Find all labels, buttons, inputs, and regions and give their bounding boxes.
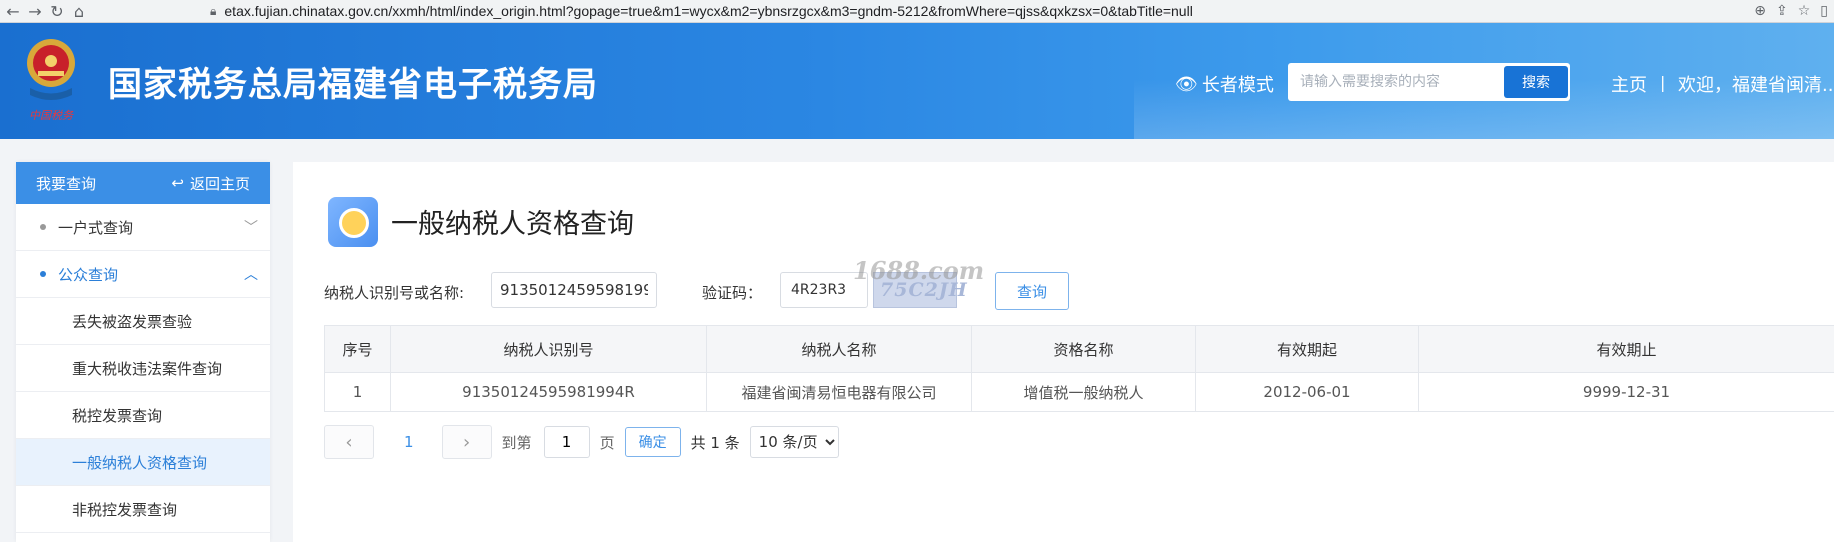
sidebar-item-lost-invoice-check[interactable]: 丢失被盗发票查验 <box>16 298 270 345</box>
page-suffix-label: 页 <box>599 433 615 452</box>
table-header-row: 序号 纳税人识别号 纳税人名称 资格名称 有效期起 有效期止 <box>324 325 1834 373</box>
eye-icon: 👁︎ <box>1175 73 1198 95</box>
header-search: 搜索 <box>1288 63 1570 101</box>
watermark-text: 1688.com <box>853 256 985 285</box>
query-button[interactable]: 查询 <box>995 272 1069 310</box>
sidebar-item-non-tax-control-invoice[interactable]: 非税控发票查询 <box>16 486 270 533</box>
page-title: 一般纳税人资格查询 <box>391 209 634 240</box>
main-panel: 一般纳税人资格查询 纳税人识别号或名称: 验证码： 75C2JH 1688.co… <box>293 162 1834 542</box>
sidebar-group-public-query[interactable]: 公众查询 ︿ <box>16 251 270 298</box>
sidebar-item-major-tax-violation[interactable]: 重大税收违法案件查询 <box>16 345 270 392</box>
sidebar-title: 我要查询 <box>36 174 97 193</box>
bookmark-star-icon[interactable]: ☆ <box>1798 3 1811 19</box>
zoom-icon[interactable]: ⊕ <box>1754 3 1766 19</box>
back-home-link[interactable]: ↩ 返回主页 <box>171 173 250 194</box>
return-arrow-icon: ↩ <box>171 174 184 192</box>
bullet-icon <box>40 271 46 277</box>
column-header-taxpayer-id: 纳税人识别号 <box>390 325 707 373</box>
back-home-label: 返回主页 <box>189 174 250 193</box>
elder-mode-toggle[interactable]: 👁︎ 长者模式 <box>1175 71 1274 97</box>
column-header-taxpayer-name: 纳税人名称 <box>706 325 972 373</box>
sidebar-group-label: 一户式查询 <box>58 218 134 237</box>
cell-valid-to: 9999-12-31 <box>1418 372 1834 412</box>
column-header-qualification: 资格名称 <box>971 325 1196 373</box>
sidebar: 我要查询 ↩ 返回主页 一户式查询 ﹀ 公众查询 ︿ 丢失被盗发票查验 重大税收… <box>16 162 270 542</box>
sidebar-group-household-query[interactable]: 一户式查询 ﹀ <box>16 204 270 251</box>
svg-text:中国税务: 中国税务 <box>29 109 74 122</box>
page-number-current[interactable]: 1 <box>404 433 414 451</box>
forward-arrow-icon[interactable]: → <box>24 0 46 22</box>
site-header: 中国税务 国家税务总局福建省电子税务局 👁︎ 长者模式 搜索 主页 | 欢迎，福… <box>0 23 1834 139</box>
query-chat-icon <box>328 197 378 247</box>
taxpayer-id-input[interactable] <box>491 272 657 308</box>
total-count: 共 1 条 <box>690 433 740 452</box>
cell-qualification: 增值税一般纳税人 <box>971 372 1196 412</box>
goto-page-input[interactable] <box>543 426 590 458</box>
table-row: 1 91350124595981994R 福建省闽清易恒电器有限公司 增值税一般… <box>324 372 1834 412</box>
column-header-index: 序号 <box>324 325 391 373</box>
lock-icon[interactable]: 🔒︎ <box>210 4 216 19</box>
column-header-valid-from: 有效期起 <box>1195 325 1419 373</box>
browser-toolbar: ← → ↻ ⌂ 🔒︎ etax.fujian.chinatax.gov.cn/x… <box>0 0 1834 23</box>
cell-index: 1 <box>324 372 391 412</box>
sidebar-header: 我要查询 ↩ 返回主页 <box>16 162 270 204</box>
sidepanel-icon[interactable]: ▯ <box>1820 3 1828 19</box>
sidebar-group-label: 公众查询 <box>58 265 119 284</box>
elder-mode-label: 长者模式 <box>1201 75 1274 96</box>
column-header-valid-to: 有效期止 <box>1418 325 1834 373</box>
search-input[interactable] <box>1288 63 1500 101</box>
chevron-down-icon: ﹀ <box>244 220 258 236</box>
address-bar[interactable]: etax.fujian.chinatax.gov.cn/xxmh/html/in… <box>224 3 1724 19</box>
sidebar-item-tax-control-invoice[interactable]: 税控发票查询 <box>16 392 270 439</box>
next-page-button[interactable]: › <box>441 425 492 459</box>
site-title: 国家税务总局福建省电子税务局 <box>108 65 598 105</box>
chevron-left-icon: ‹ <box>345 431 353 453</box>
captcha-label: 验证码： <box>702 284 763 302</box>
bullet-icon <box>40 224 46 230</box>
sidebar-item-general-taxpayer-qualification[interactable]: 一般纳税人资格查询 <box>16 439 270 486</box>
home-link[interactable]: 主页 <box>1611 71 1647 97</box>
taxpayer-id-label: 纳税人识别号或名称: <box>324 284 465 302</box>
chevron-right-icon: › <box>462 431 471 453</box>
search-button[interactable]: 搜索 <box>1504 66 1568 98</box>
reload-icon[interactable]: ↻ <box>46 0 68 22</box>
share-icon[interactable]: ⇪ <box>1776 3 1788 19</box>
cell-valid-from: 2012-06-01 <box>1195 372 1419 412</box>
nav-separator: | <box>1660 73 1666 92</box>
prev-page-button[interactable]: ‹ <box>324 425 374 459</box>
result-table: 序号 纳税人识别号 纳税人名称 资格名称 有效期起 有效期止 1 9135012… <box>324 325 1834 412</box>
page-size-select[interactable]: 10 条/页 <box>749 426 839 458</box>
cell-taxpayer-id: 91350124595981994R <box>390 372 707 412</box>
national-emblem-logo: 中国税务 <box>27 39 75 122</box>
home-icon[interactable]: ⌂ <box>68 0 90 22</box>
welcome-user-text[interactable]: 欢迎，福建省闽清... <box>1678 71 1834 97</box>
cell-taxpayer-name: 福建省闽清易恒电器有限公司 <box>706 372 972 412</box>
pagination: ‹ 1 › 到第 页 确定 共 1 条 10 条/页 <box>324 424 839 460</box>
back-arrow-icon[interactable]: ← <box>2 0 24 22</box>
goto-confirm-button[interactable]: 确定 <box>624 427 681 457</box>
chevron-up-icon: ︿ <box>244 267 258 283</box>
goto-label: 到第 <box>501 433 532 452</box>
